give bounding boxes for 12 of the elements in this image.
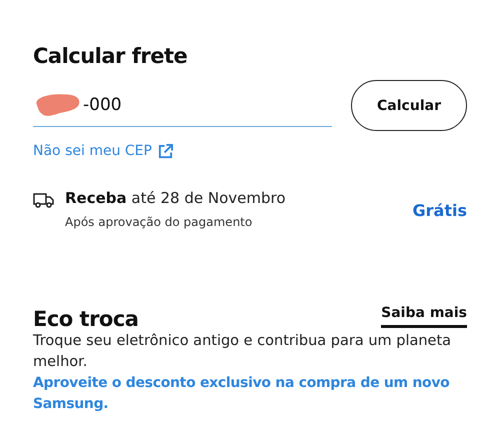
section-title: Calcular frete bbox=[33, 44, 188, 68]
learn-more-link[interactable]: Saiba mais bbox=[381, 305, 467, 328]
external-link-icon bbox=[158, 144, 173, 158]
truck-icon bbox=[33, 192, 55, 208]
section-title: Eco troca bbox=[33, 307, 138, 331]
promo-text: Aproveite o desconto exclusivo na compra de um novo Samsung. bbox=[33, 374, 450, 414]
description-text: Troque seu eletrônico antigo e contribua para um planeta melhor. bbox=[33, 332, 452, 372]
delivery-date: Receba até 28 de Novembro bbox=[65, 189, 287, 207]
delivery-note: Após aprovação do pagamento bbox=[65, 215, 254, 229]
cep-help-link[interactable]: Não sei meu CEP bbox=[33, 143, 173, 159]
calculate-button[interactable]: Calcular bbox=[351, 80, 467, 131]
shipping-price: Grátis bbox=[412, 201, 467, 220]
